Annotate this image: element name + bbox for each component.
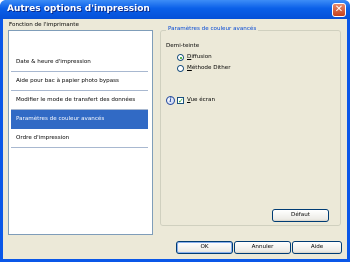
diffusion-radio[interactable] xyxy=(177,54,184,61)
list-item-print-date[interactable]: Date & heure d'impression xyxy=(11,53,148,72)
dialog-body: Fonction de l'imprimante Date & heure d'… xyxy=(3,19,347,259)
dither-label[interactable]: Méthode Dither xyxy=(187,65,231,71)
screen-view-label[interactable]: Vue écran xyxy=(187,97,215,103)
list-item-photo-bypass-tray[interactable]: Aide pour bac à papier photo bypass xyxy=(11,72,148,91)
info-icon: i xyxy=(166,96,175,105)
list-item-transfer-mode[interactable]: Modifier le mode de transfert des donnée… xyxy=(11,91,148,110)
window-title: Autres options d'impression xyxy=(7,4,150,14)
printer-function-list[interactable]: Date & heure d'impression Aide pour bac … xyxy=(8,30,153,235)
screen-view-checkbox[interactable]: ✓ xyxy=(177,97,184,105)
printer-function-label: Fonction de l'imprimante xyxy=(9,22,79,28)
dialog-window: Autres options d'impression ✕ Fonction d… xyxy=(0,0,350,262)
close-icon[interactable]: ✕ xyxy=(332,3,346,17)
dither-radio[interactable] xyxy=(177,65,184,72)
ok-button[interactable]: OK xyxy=(176,241,233,254)
list-item-print-order[interactable]: Ordre d'impression xyxy=(11,129,148,148)
cancel-button[interactable]: Annuler xyxy=(234,241,291,254)
list-item-advanced-color[interactable]: Paramètres de couleur avancés xyxy=(11,110,148,129)
advanced-color-group: Paramètres de couleur avancés Demi-teint… xyxy=(160,26,341,226)
group-title: Paramètres de couleur avancés xyxy=(166,26,259,32)
radio-dot xyxy=(179,56,182,59)
halftone-label: Demi-teinte xyxy=(166,43,200,49)
title-bar[interactable]: Autres options d'impression ✕ xyxy=(0,0,350,19)
help-button[interactable]: Aide xyxy=(292,241,342,254)
default-button[interactable]: Défaut xyxy=(272,209,329,222)
diffusion-label[interactable]: Diffusion xyxy=(187,54,212,60)
